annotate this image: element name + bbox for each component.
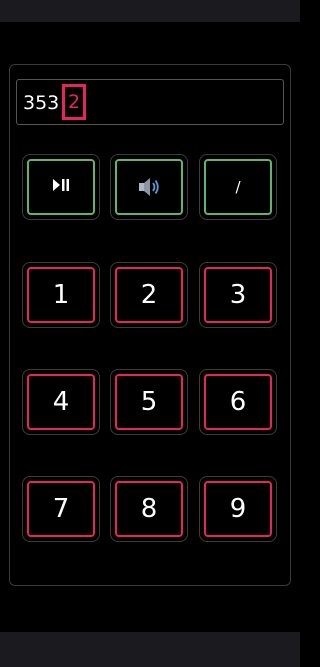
key-4-frame: 4 bbox=[22, 369, 100, 435]
digit-label: 1 bbox=[52, 280, 70, 310]
digit-label: 7 bbox=[52, 494, 70, 524]
entered-digits: 353 bbox=[23, 92, 60, 114]
number-display: 353 2 bbox=[16, 79, 284, 125]
digit-4-button[interactable]: 4 bbox=[27, 374, 95, 430]
play-pause-button[interactable] bbox=[27, 159, 95, 215]
digit-7-button[interactable]: 7 bbox=[27, 481, 95, 537]
digit-label: 3 bbox=[229, 280, 247, 310]
key-1-frame: 1 bbox=[22, 262, 100, 328]
digit-8-button[interactable]: 8 bbox=[115, 481, 183, 537]
play-pause-key-frame bbox=[22, 154, 100, 220]
digit-label: 9 bbox=[229, 494, 247, 524]
digit-9-button[interactable]: 9 bbox=[204, 481, 272, 537]
key-2-frame: 2 bbox=[110, 262, 188, 328]
current-digit-cursor: 2 bbox=[62, 84, 86, 120]
digit-label: 5 bbox=[140, 387, 158, 417]
key-3-frame: 3 bbox=[199, 262, 277, 328]
slash-button[interactable]: / bbox=[204, 159, 272, 215]
speaker-icon bbox=[137, 176, 161, 198]
key-5-frame: 5 bbox=[110, 369, 188, 435]
slash-label: / bbox=[235, 178, 241, 196]
digit-label: 6 bbox=[229, 387, 247, 417]
key-9-frame: 9 bbox=[199, 476, 277, 542]
speaker-key-frame bbox=[110, 154, 188, 220]
digit-label: 8 bbox=[140, 494, 158, 524]
key-6-frame: 6 bbox=[199, 369, 277, 435]
digit-2-button[interactable]: 2 bbox=[115, 267, 183, 323]
key-7-frame: 7 bbox=[22, 476, 100, 542]
digit-6-button[interactable]: 6 bbox=[204, 374, 272, 430]
play-pause-icon bbox=[52, 178, 70, 196]
digit-5-button[interactable]: 5 bbox=[115, 374, 183, 430]
digit-1-button[interactable]: 1 bbox=[27, 267, 95, 323]
digit-label: 4 bbox=[52, 387, 70, 417]
digit-3-button[interactable]: 3 bbox=[204, 267, 272, 323]
speaker-button[interactable] bbox=[115, 159, 183, 215]
navigation-bar bbox=[0, 632, 300, 667]
key-8-frame: 8 bbox=[110, 476, 188, 542]
slash-key-frame: / bbox=[199, 154, 277, 220]
status-bar bbox=[0, 0, 300, 22]
digit-label: 2 bbox=[140, 280, 158, 310]
